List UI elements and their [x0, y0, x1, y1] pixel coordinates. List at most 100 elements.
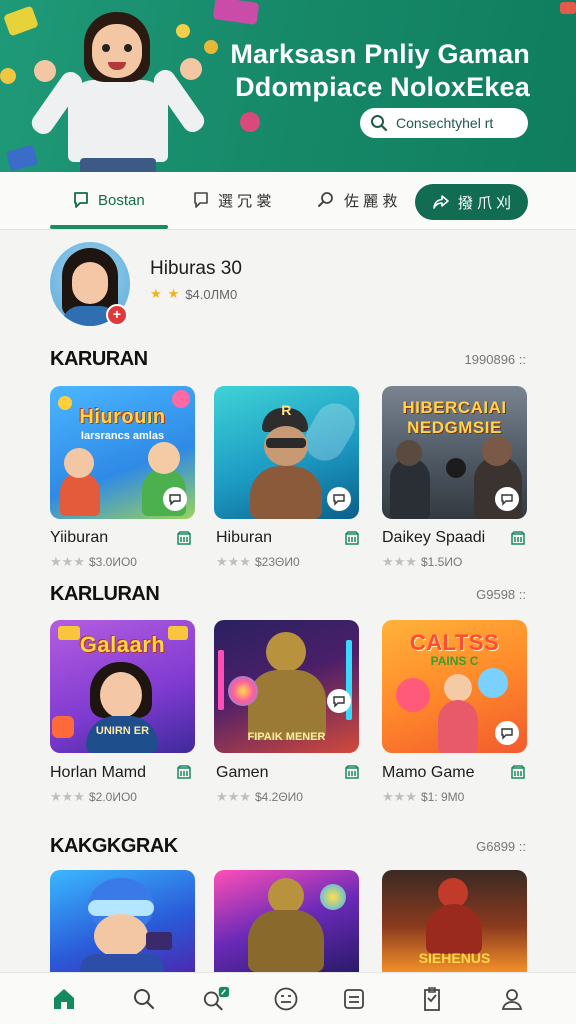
chat-bubble-icon — [327, 487, 351, 511]
section-title: KAKGKGRAK — [50, 835, 178, 857]
face-icon — [274, 987, 298, 1011]
game-card[interactable]: FIPAIK MENER — [214, 620, 359, 753]
search-icon — [134, 989, 155, 1010]
card-title: R — [281, 402, 292, 418]
game-card[interactable]: Galaarh UNIRN ER — [50, 620, 195, 753]
nav-list[interactable] — [340, 985, 368, 1013]
avatar-badge: + — [106, 304, 128, 326]
tab-second[interactable]: 選 冗 裳 — [192, 172, 271, 228]
nav-social[interactable] — [272, 985, 300, 1013]
confetti-decoration — [5, 144, 39, 172]
active-tab-indicator — [50, 225, 168, 229]
chat-bubble-icon — [163, 487, 187, 511]
game-name[interactable]: Daikey Spaadi — [382, 529, 485, 547]
library-icon[interactable] — [344, 530, 360, 546]
game-card[interactable]: R — [214, 386, 359, 519]
section-more-link[interactable]: 1990896 :: — [465, 352, 526, 367]
price-value: $1.5ИО — [420, 555, 463, 569]
bottom-navigation — [0, 972, 576, 1024]
library-icon[interactable] — [344, 764, 360, 780]
card-subtitle: NEDGMSIE — [407, 418, 502, 437]
star-icon: ★ — [150, 286, 162, 301]
nav-profile[interactable] — [498, 985, 526, 1013]
game-name[interactable]: Horlan Mamd — [50, 764, 146, 782]
tab-bostan[interactable]: Bostan — [72, 172, 145, 228]
library-icon[interactable] — [176, 764, 192, 780]
confetti-decoration — [560, 2, 576, 14]
section-title: KARURAN — [50, 348, 148, 370]
card-subtitle: Iarsrancs amlas — [80, 430, 165, 442]
banner-title: Marksasn Pnliy Gaman Ddompiace NoloxEkea — [210, 38, 530, 104]
tab-label: 佐 麗 救 — [344, 192, 398, 210]
chat-bubble-icon — [495, 487, 519, 511]
library-icon[interactable] — [176, 530, 192, 546]
profile-name: Hiburas 30 — [150, 258, 242, 279]
section-title: KARLURAN — [50, 583, 160, 605]
game-price: ★★★ $23ΘИ0 — [216, 554, 300, 569]
card-title: Galaarh — [79, 632, 166, 657]
game-card[interactable] — [214, 870, 359, 972]
game-card[interactable] — [50, 870, 195, 972]
chat-square-icon — [74, 192, 88, 208]
square-bubble-icon — [194, 192, 208, 208]
game-card[interactable]: Hiurouın Iarsrancs amlas — [50, 386, 195, 519]
library-icon[interactable] — [510, 530, 526, 546]
tab-button-label: 撥 爪 刈 — [457, 194, 512, 212]
banner-search-button[interactable]: Consechtyhel rt — [360, 108, 528, 138]
library-icon[interactable] — [510, 764, 526, 780]
profile-rating: ★ ★ $4.0ЛМ0 — [150, 286, 237, 302]
game-price: ★★★ $3.0ИО0 — [50, 554, 137, 569]
nav-library[interactable] — [418, 985, 446, 1013]
confetti-decoration — [240, 112, 260, 132]
star-icon: ★ — [167, 286, 180, 301]
banner-search-label: Consechtyhel rt — [396, 115, 494, 131]
game-card[interactable]: HIBERCAIAI NEDGMSIE — [382, 386, 527, 519]
card-subtitle: PAINS C — [430, 654, 479, 668]
share-tab-button[interactable]: 撥 爪 刈 — [415, 184, 528, 220]
chat-bubble-icon — [495, 721, 519, 745]
game-price: ★★★ $1.5ИО — [382, 554, 463, 569]
card-title: HIBERCAIAI — [402, 398, 507, 417]
game-card[interactable]: SIEHENUS — [382, 870, 527, 972]
section-more-link[interactable]: G6899 :: — [476, 839, 526, 854]
banner-character — [27, 8, 210, 172]
clipboard-icon — [424, 987, 440, 1011]
card-title: CALTSS — [409, 630, 500, 655]
confetti-decoration — [212, 0, 260, 25]
profile-icon — [501, 989, 523, 1010]
profile-price: $4.0ЛМ0 — [185, 286, 238, 302]
confetti-decoration — [3, 5, 39, 37]
game-price: ★★★ $2.0ИО0 — [50, 789, 137, 804]
game-name[interactable]: Mamo Game — [382, 764, 474, 782]
search-icon — [371, 115, 388, 132]
price-value: $2.0ИО0 — [88, 790, 137, 804]
home-icon — [54, 989, 74, 1009]
game-name[interactable]: Hiburan — [216, 529, 272, 547]
card-title: Hiurouın — [79, 406, 166, 428]
game-name[interactable]: Yiiburan — [50, 529, 108, 547]
price-value: $1: 9M0 — [420, 790, 465, 804]
chat-bubble-icon — [327, 689, 351, 713]
game-price: ★★★ $1: 9M0 — [382, 789, 465, 804]
price-value: $3.0ИО0 — [88, 555, 137, 569]
section-more-link[interactable]: G9598 :: — [476, 587, 526, 602]
nav-search[interactable] — [130, 985, 158, 1013]
confetti-decoration — [0, 68, 16, 84]
hero-banner: Marksasn Pnliy Gaman Ddompiace NoloxEkea… — [0, 0, 576, 172]
game-card[interactable]: CALTSS PAINS C — [382, 620, 527, 753]
price-value: $23ΘИ0 — [254, 555, 300, 569]
card-caption: FIPAIK MENER — [247, 731, 326, 743]
banner-title-line1: Marksasn Pnliy Gaman — [230, 39, 530, 69]
list-icon — [344, 989, 364, 1009]
game-price: ★★★ $4.2ΘИ0 — [216, 789, 303, 804]
magnifier-icon — [318, 192, 333, 207]
card-caption: SIEHENUS — [418, 950, 491, 966]
tab-third[interactable]: 佐 麗 救 — [316, 172, 397, 228]
search-badge-icon — [203, 986, 230, 1011]
share-icon — [433, 195, 449, 209]
nav-home[interactable] — [50, 985, 78, 1013]
nav-explore[interactable] — [202, 985, 230, 1013]
tab-label: 選 冗 裳 — [218, 192, 272, 210]
game-name[interactable]: Gamen — [216, 764, 268, 782]
banner-title-line2: Ddompiace NoloxEkea — [235, 72, 530, 102]
